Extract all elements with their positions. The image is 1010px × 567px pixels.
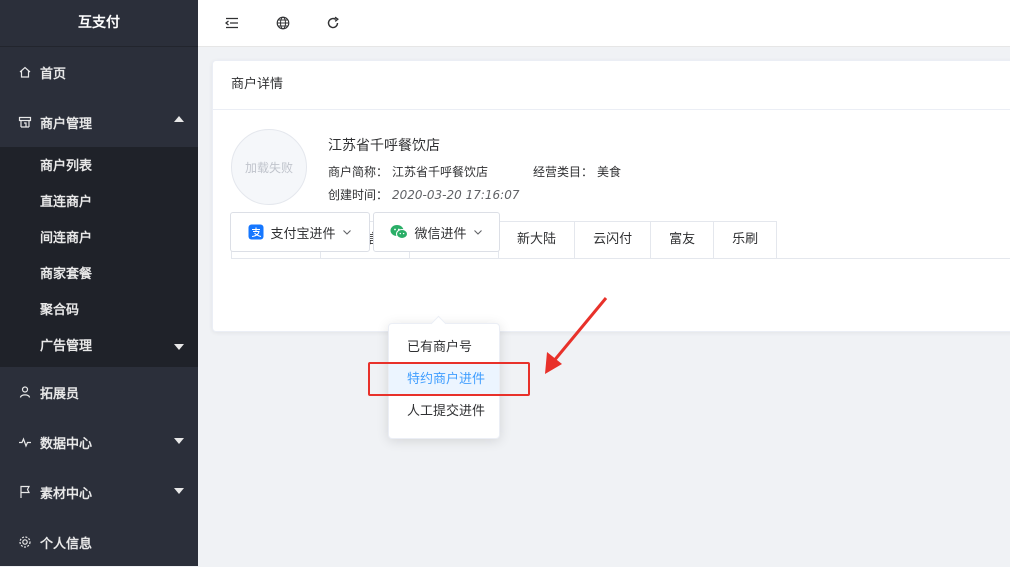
- created-time-label: 创建时间：: [328, 188, 389, 202]
- wechat-button-label: 微信进件: [414, 226, 467, 242]
- wechat-icon: [390, 224, 409, 240]
- merchant-name: 江苏省千呼餐饮店: [328, 138, 440, 154]
- sidebar-item-label: 首页: [40, 66, 67, 82]
- globe-icon[interactable]: [276, 16, 290, 30]
- wechat-onboarding-button[interactable]: 微信进件: [373, 212, 500, 252]
- sidebar-item-label: 个人信息: [40, 536, 93, 552]
- tab-leshua[interactable]: 乐刷: [714, 222, 777, 258]
- alipay-icon: [248, 224, 264, 240]
- tab-newland[interactable]: 新大陆: [499, 222, 576, 258]
- category-value: 美食: [597, 165, 622, 179]
- user-icon: [18, 385, 32, 399]
- chevron-down-icon: [473, 227, 483, 237]
- sidebar-item-label: 拓展员: [40, 386, 80, 402]
- created-time-row: 创建时间： 2020-03-20 17:16:07: [328, 186, 519, 203]
- flag-icon: [18, 485, 32, 499]
- shop-icon: [18, 115, 32, 129]
- home-icon: [18, 65, 32, 79]
- submenu-merchant-management: 商户列表 直连商户 间连商户 商家套餐 聚合码 广告管理: [0, 147, 198, 367]
- sidebar-item-material-center[interactable]: 素材中心: [0, 467, 198, 517]
- sidebar-item-label: 广告管理: [40, 339, 93, 354]
- refresh-icon[interactable]: [326, 16, 340, 30]
- sidebar-item-expander[interactable]: 拓展员: [0, 367, 198, 417]
- short-name-value: 江苏省千呼餐饮店: [392, 165, 489, 179]
- category-label: 经营类目：: [533, 165, 594, 179]
- merchant-detail-card: 商户详情 加载失败 江苏省千呼餐饮店 商户简称： 江苏省千呼餐饮店 经营类目： 美食…: [212, 60, 1010, 332]
- sidebar-item-merchant-package[interactable]: 商家套餐: [0, 257, 198, 293]
- short-name-row: 商户简称： 江苏省千呼餐饮店: [328, 163, 488, 180]
- short-name-label: 商户简称：: [328, 165, 389, 179]
- gear-icon: [18, 535, 32, 549]
- avatar: 加载失败: [231, 129, 307, 205]
- annotation-highlight-box: [368, 362, 530, 396]
- sidebar-item-label: 数据中心: [40, 436, 93, 452]
- top-bar: [198, 0, 1010, 47]
- created-time-value: 2020-03-20 17:16:07: [392, 188, 520, 202]
- sidebar: 互支付 首页 商户管理 商户列表 直连商户 间连商户 商家套餐 聚合码 广告管理…: [0, 0, 198, 566]
- tab-unionpay-quickpass[interactable]: 云闪付: [575, 222, 652, 258]
- sidebar-item-profile[interactable]: 个人信息: [0, 517, 198, 567]
- sidebar-item-ad-management[interactable]: 广告管理: [0, 329, 198, 365]
- sidebar-item-home[interactable]: 首页: [0, 47, 198, 97]
- alipay-button-label: 支付宝进件: [270, 226, 336, 242]
- category-row: 经营类目： 美食: [533, 163, 621, 180]
- card-title: 商户详情: [213, 61, 1010, 110]
- app-logo-title: 互支付: [0, 0, 198, 47]
- sidebar-item-merchant-list[interactable]: 商户列表: [0, 149, 198, 185]
- sidebar-item-label: 商户管理: [40, 116, 93, 132]
- menu-collapse-icon[interactable]: [224, 16, 239, 30]
- pulse-icon: [18, 435, 32, 449]
- tab-fuyou[interactable]: 富友: [651, 222, 715, 258]
- dropdown-item-existing-merchant-id[interactable]: 已有商户号: [389, 332, 499, 364]
- alipay-onboarding-button[interactable]: 支付宝进件: [230, 212, 370, 252]
- chevron-down-icon: [174, 344, 184, 350]
- sidebar-item-merchant-management[interactable]: 商户管理: [0, 97, 198, 147]
- avatar-fallback-text: 加载失败: [244, 160, 293, 175]
- sidebar-item-indirect-merchant[interactable]: 间连商户: [0, 221, 198, 257]
- dropdown-item-manual-submission[interactable]: 人工提交进件: [389, 396, 499, 428]
- tabs-divider: [231, 258, 1010, 259]
- sidebar-item-label: 素材中心: [40, 486, 93, 502]
- sidebar-item-direct-merchant[interactable]: 直连商户: [0, 185, 198, 221]
- sidebar-item-aggregate-code[interactable]: 聚合码: [0, 293, 198, 329]
- chevron-down-icon: [342, 227, 352, 237]
- chevron-down-icon: [174, 488, 184, 494]
- chevron-up-icon: [174, 116, 184, 122]
- chevron-down-icon: [174, 438, 184, 444]
- sidebar-item-data-center[interactable]: 数据中心: [0, 417, 198, 467]
